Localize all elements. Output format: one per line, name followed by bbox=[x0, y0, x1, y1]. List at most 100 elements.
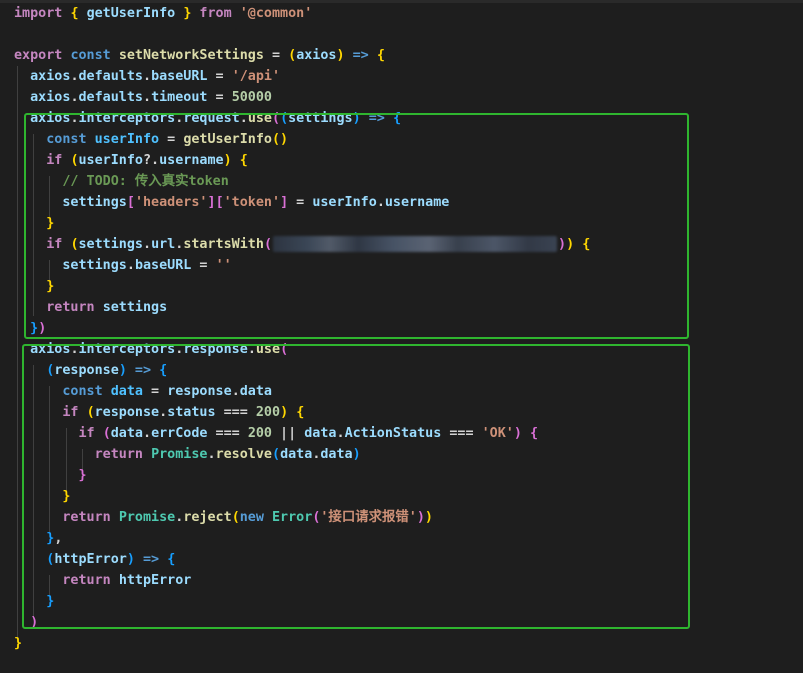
code-line[interactable]: } bbox=[14, 213, 54, 234]
code-token: === bbox=[215, 405, 256, 420]
code-token: => bbox=[126, 363, 160, 378]
code-editor[interactable]: import { getUserInfo } from '@common' exp… bbox=[0, 0, 803, 673]
code-line[interactable]: export const setNetworkSettings = (axios… bbox=[14, 45, 385, 66]
code-token: data bbox=[110, 426, 143, 441]
code-line[interactable]: } bbox=[14, 591, 54, 612]
code-token: httpError bbox=[54, 552, 127, 567]
code-line[interactable]: axios.defaults.timeout = 50000 bbox=[14, 87, 272, 108]
code-token: httpError bbox=[118, 573, 192, 588]
code-line[interactable]: axios.defaults.baseURL = '/api' bbox=[14, 66, 280, 87]
code-token: = bbox=[207, 90, 232, 105]
code-token: use bbox=[255, 342, 281, 357]
code-line[interactable]: axios.interceptors.request.use((settings… bbox=[14, 108, 401, 129]
code-token: if bbox=[14, 153, 71, 168]
code-token: ( bbox=[272, 447, 281, 462]
code-line[interactable]: }, bbox=[14, 528, 62, 549]
code-token: Error bbox=[272, 510, 313, 525]
code-token: . bbox=[143, 237, 152, 252]
code-token: response bbox=[94, 405, 160, 420]
code-token: . bbox=[143, 426, 152, 441]
code-token: ) bbox=[336, 48, 345, 63]
code-token: ) bbox=[558, 237, 567, 252]
code-token: => bbox=[344, 48, 377, 63]
code-token: const bbox=[70, 48, 119, 63]
code-token: ( bbox=[70, 153, 79, 168]
code-token: . bbox=[336, 426, 345, 441]
code-line[interactable]: } bbox=[14, 276, 54, 297]
code-line[interactable]: import { getUserInfo } from '@common' bbox=[14, 3, 312, 24]
code-token: '/api' bbox=[231, 69, 281, 84]
code-token: data bbox=[280, 447, 313, 462]
code-token: return bbox=[14, 510, 119, 525]
code-token: } bbox=[14, 468, 87, 483]
code-token: from bbox=[191, 6, 240, 21]
code-token: return bbox=[14, 447, 152, 462]
code-line[interactable]: // TODO: 传入真实token bbox=[14, 171, 228, 192]
code-token: ) bbox=[424, 510, 433, 525]
code-token: baseURL bbox=[151, 69, 208, 84]
code-line[interactable]: const data = response.data bbox=[14, 381, 272, 402]
code-line[interactable]: } bbox=[14, 633, 22, 654]
code-line[interactable]: settings['headers']['token'] = userInfo.… bbox=[14, 192, 449, 213]
code-token: = bbox=[263, 48, 289, 63]
code-line[interactable]: ) bbox=[14, 612, 38, 633]
code-token: ) bbox=[14, 615, 39, 630]
code-line[interactable]: } bbox=[14, 486, 70, 507]
code-line[interactable]: (httpError) => { bbox=[14, 549, 175, 570]
code-line[interactable]: return settings bbox=[14, 297, 167, 318]
code-token: ( bbox=[280, 111, 289, 126]
code-token: ) bbox=[352, 447, 361, 462]
code-token: interceptors bbox=[78, 342, 176, 357]
code-token: settings bbox=[102, 300, 168, 315]
code-token: export bbox=[14, 48, 71, 63]
code-token: getUserInfo bbox=[86, 6, 176, 21]
code-token: '' bbox=[215, 258, 232, 273]
code-token: import bbox=[14, 6, 71, 21]
code-line[interactable]: return httpError bbox=[14, 570, 191, 591]
code-token: . bbox=[143, 69, 152, 84]
code-line[interactable]: if (data.errCode === 200 || data.ActionS… bbox=[14, 423, 538, 444]
code-token: settings bbox=[78, 237, 144, 252]
code-token: data bbox=[239, 384, 272, 399]
code-token: } bbox=[14, 279, 55, 294]
code-token: { bbox=[392, 111, 401, 126]
code-line[interactable]: }) bbox=[14, 318, 46, 339]
code-line[interactable]: if (response.status === 200) { bbox=[14, 402, 304, 423]
code-line[interactable]: settings.baseURL = '' bbox=[14, 255, 232, 276]
code-token: setNetworkSettings bbox=[118, 48, 264, 63]
code-token: [ bbox=[126, 195, 135, 210]
code-token: { bbox=[582, 237, 591, 252]
code-line[interactable]: if (settings.url.startsWith()) { bbox=[14, 234, 590, 255]
code-token: if bbox=[14, 237, 71, 252]
code-token: 'token' bbox=[223, 195, 281, 210]
code-token: axios bbox=[296, 48, 337, 63]
code-token: return bbox=[14, 300, 103, 315]
code-token: errCode bbox=[151, 426, 208, 441]
code-token: ) bbox=[566, 237, 575, 252]
code-token: data bbox=[110, 384, 143, 399]
code-token: ActionStatus bbox=[344, 426, 442, 441]
code-line[interactable]: return Promise.reject(new Error('接口请求报错'… bbox=[14, 507, 433, 528]
code-token: request bbox=[183, 111, 240, 126]
code-token: ( bbox=[272, 111, 281, 126]
code-token: === bbox=[207, 426, 248, 441]
code-line[interactable]: (response) => { bbox=[14, 360, 167, 381]
code-token: } bbox=[14, 216, 55, 231]
code-line[interactable]: } bbox=[14, 465, 87, 486]
code-token: [ bbox=[215, 195, 224, 210]
code-line[interactable]: const userInfo = getUserInfo() bbox=[14, 129, 288, 150]
code-line[interactable]: return Promise.resolve(data.data) bbox=[14, 444, 361, 465]
code-token: resolve bbox=[215, 447, 272, 462]
code-line[interactable]: axios.interceptors.response.use( bbox=[14, 339, 288, 360]
code-token: use bbox=[247, 111, 272, 126]
code-token: Promise bbox=[118, 510, 176, 525]
code-token: } bbox=[14, 321, 39, 336]
code-token: { bbox=[239, 153, 248, 168]
code-line[interactable]: if (userInfo?.username) { bbox=[14, 150, 248, 171]
code-token: '@common' bbox=[239, 6, 313, 21]
code-token: response bbox=[167, 384, 232, 399]
code-token: defaults bbox=[78, 90, 144, 105]
code-token: return bbox=[14, 573, 119, 588]
